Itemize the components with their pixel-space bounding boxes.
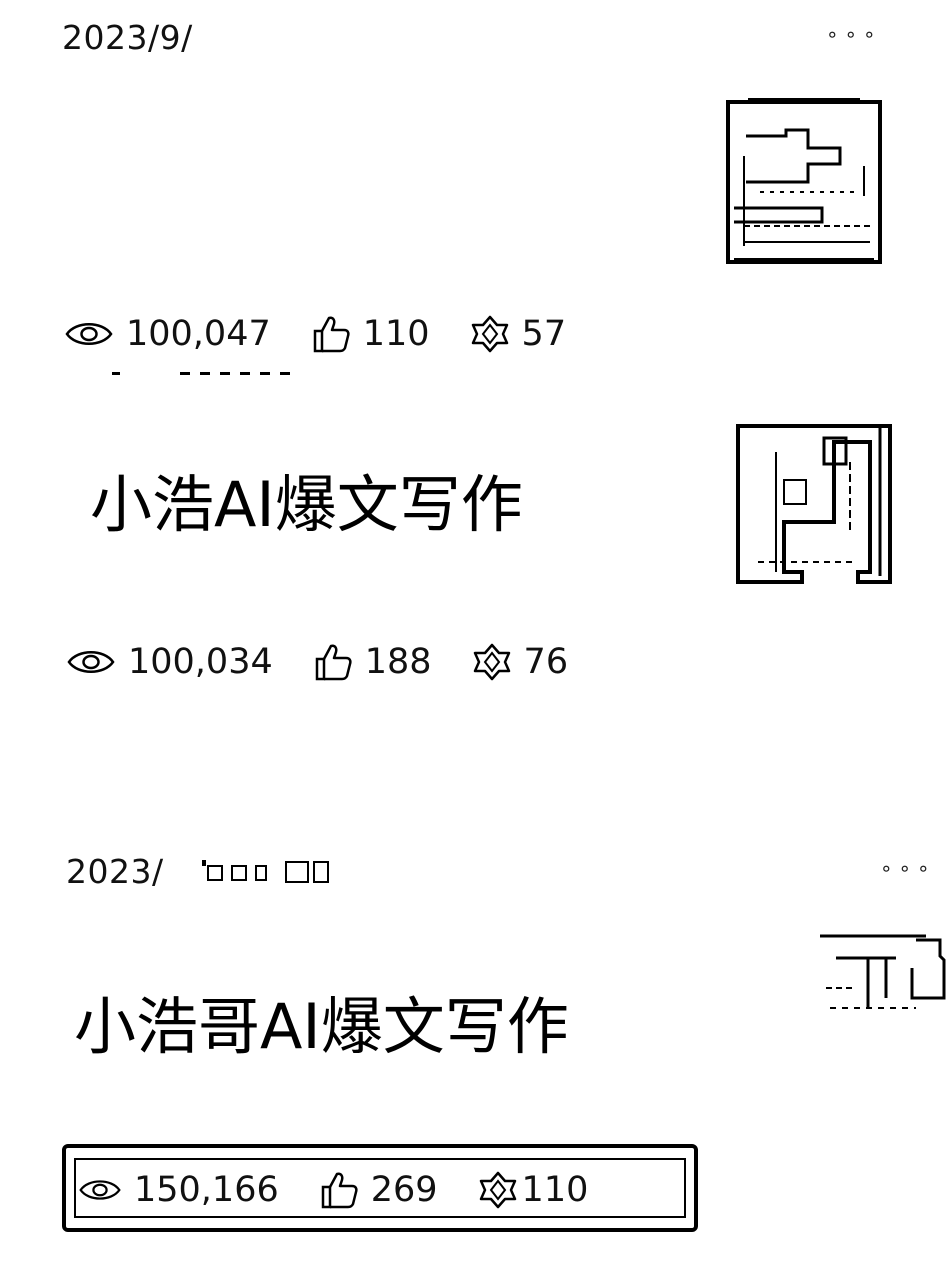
post-thumbnail[interactable] — [816, 928, 946, 1018]
eye-icon — [79, 1180, 121, 1200]
post-thumbnail[interactable] — [724, 96, 884, 268]
post-stats: 100,034 188 76 — [66, 642, 568, 682]
shares-count-value: 57 — [521, 313, 567, 354]
thumbnail-image — [820, 934, 946, 1009]
redacted-glyphs — [202, 860, 329, 883]
post-thumbnail[interactable] — [734, 422, 894, 586]
likes-count: 269 — [370, 1169, 438, 1210]
post-stats: 100,047 110 57 — [64, 314, 566, 354]
thumbs-up-icon — [315, 644, 352, 681]
likes-count: 110 — [362, 313, 430, 354]
more-options-button[interactable]: ∘∘∘ — [826, 24, 882, 44]
share-icon — [479, 1171, 516, 1209]
thumbnail-image — [726, 98, 882, 264]
shares-count: 110 — [521, 1169, 589, 1210]
likes-stat[interactable]: 110 — [311, 314, 430, 354]
views-stat: 100,047 — [64, 313, 271, 354]
post-title[interactable]: 小浩AI爆文写作 — [90, 474, 523, 536]
likes-stat[interactable]: 269 — [319, 1170, 438, 1210]
post-date: 2023/ — [66, 852, 164, 891]
post-title[interactable]: 小浩哥AI爆文写作 — [74, 996, 569, 1058]
thumbs-up-icon — [313, 316, 350, 353]
more-options-button[interactable]: ∘∘∘ — [880, 858, 936, 878]
views-stat: 100,034 — [66, 641, 273, 682]
post-date-remainder — [200, 858, 340, 884]
share-icon — [473, 643, 510, 681]
divider — [112, 372, 290, 375]
shares-count: 76 — [523, 641, 569, 682]
eye-icon — [65, 323, 113, 345]
more-dots-icon: ∘∘∘ — [880, 856, 936, 880]
likes-stat[interactable]: 188 — [313, 642, 432, 682]
post-stats: 150,166 269 110 — [78, 1170, 588, 1210]
views-count: 100,047 — [126, 313, 271, 354]
thumbnail-image — [736, 424, 892, 584]
share-icon — [471, 315, 508, 353]
post-date: 2023/9/ — [62, 18, 193, 57]
views-stat: 150,166 — [78, 1169, 279, 1210]
thumbs-up-icon — [321, 1172, 358, 1209]
eye-icon — [67, 651, 115, 673]
shares-stat[interactable]: 110 — [478, 1169, 589, 1210]
views-count: 100,034 — [128, 641, 273, 682]
shares-stat[interactable]: 57 — [470, 313, 567, 354]
likes-count: 188 — [364, 641, 432, 682]
more-dots-icon: ∘∘∘ — [826, 22, 882, 46]
views-count: 150,166 — [134, 1169, 279, 1210]
shares-stat[interactable]: 76 — [472, 641, 569, 682]
